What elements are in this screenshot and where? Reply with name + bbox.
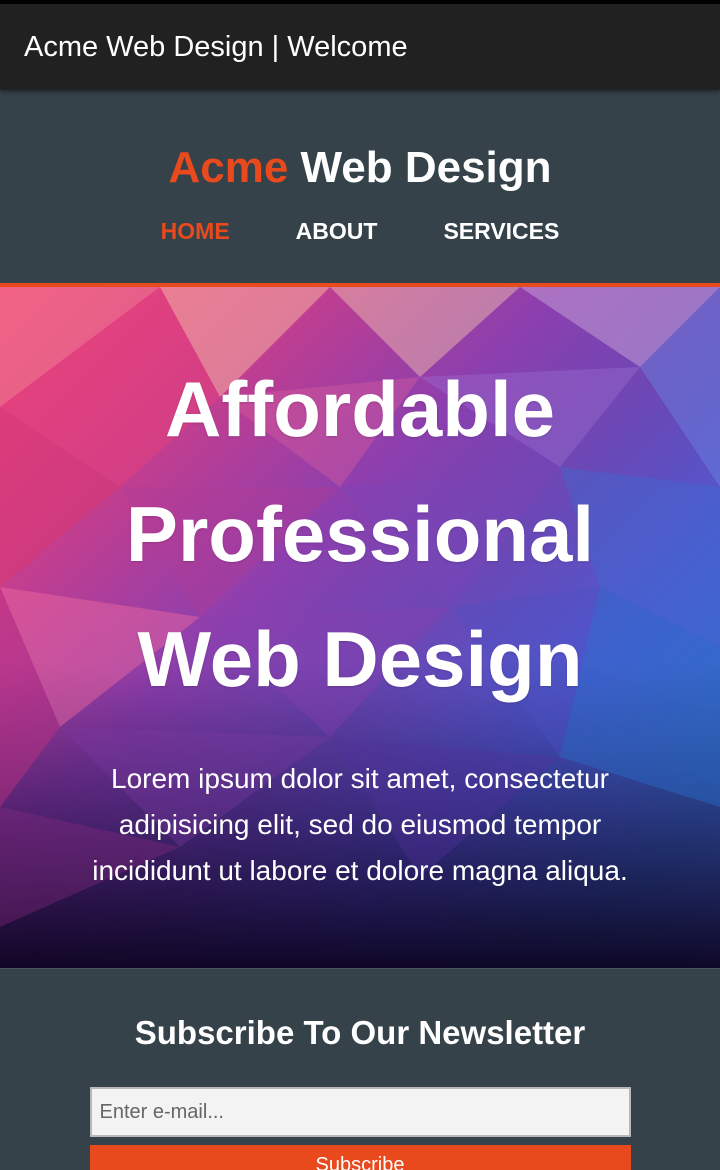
site-header: Acme Web Design HOME ABOUT SERVICES [0,90,720,287]
newsletter-section: Subscribe To Our Newsletter Subscribe [0,968,720,1170]
browser-title-bar: Acme Web Design | Welcome [0,0,720,90]
nav-item-home[interactable]: HOME [161,216,230,246]
subscribe-button[interactable]: Subscribe [89,1145,631,1170]
site-branding[interactable]: Acme Web Design [0,90,720,194]
hero-heading: Affordable Professional Web Design [125,365,595,703]
brand-name: Web Design [300,143,552,192]
hero-showcase: Affordable Professional Web Design Lorem… [0,287,720,968]
email-input[interactable] [89,1087,631,1137]
page-title: Acme Web Design | Welcome [24,30,408,63]
brand-highlight: Acme [168,143,289,192]
newsletter-heading: Subscribe To Our Newsletter [134,1014,586,1051]
nav-item-services[interactable]: SERVICES [443,216,559,246]
hero-description: Lorem ipsum dolor sit amet, consectetur … [92,763,628,886]
main-nav: HOME ABOUT SERVICES [0,216,720,246]
nav-item-about[interactable]: ABOUT [296,216,378,246]
